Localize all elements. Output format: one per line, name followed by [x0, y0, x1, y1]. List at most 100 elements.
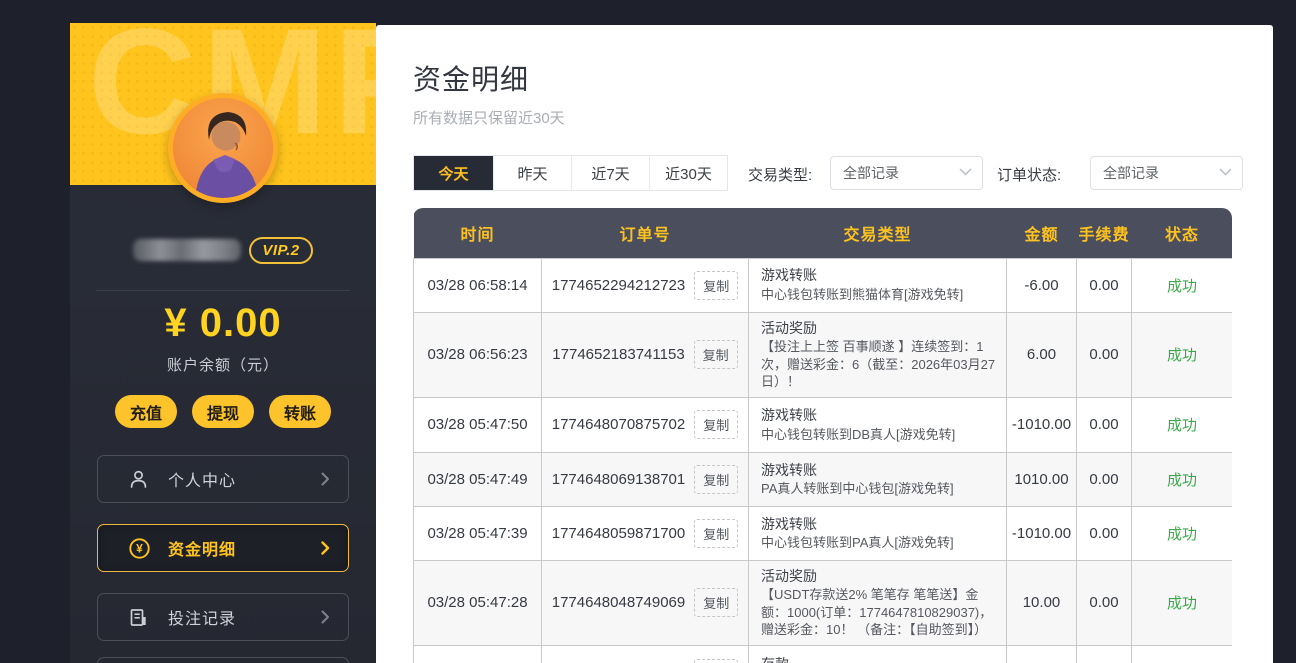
- user-icon: [128, 469, 152, 490]
- cell-status: 成功: [1132, 397, 1233, 452]
- cell-status: 成功: [1132, 312, 1233, 397]
- withdraw-button[interactable]: 提现: [192, 395, 254, 428]
- cell-fee: 0.00: [1077, 452, 1132, 506]
- table-row: 03/28 05:43:30 1774647810829037 复制 存款 US…: [414, 645, 1233, 663]
- cell-transaction-type: 游戏转账 PA真人转账到中心钱包[游戏免转]: [749, 452, 1007, 506]
- chevron-down-icon: [1219, 164, 1232, 182]
- col-header-type: 交易类型: [749, 208, 1007, 258]
- transaction-description: 中心钱包转账到PA真人[游戏免转]: [761, 534, 996, 552]
- cell-status: 成功: [1132, 645, 1233, 663]
- transaction-type-title: 游戏转账: [761, 461, 996, 481]
- recharge-button[interactable]: 充值: [115, 395, 177, 428]
- balance-label: 账户余额（元）: [70, 354, 376, 375]
- sidebar-item-label: 资金明细: [168, 536, 321, 560]
- tab-last-7-days[interactable]: 近7天: [571, 156, 649, 190]
- cell-time: 03/28 05:43:30: [414, 645, 542, 663]
- cell-amount: 6.00: [1007, 312, 1077, 397]
- sidebar-item-label: 个人中心: [168, 467, 321, 491]
- cell-order: 1774647810829037 复制: [542, 645, 749, 663]
- copy-button[interactable]: 复制: [694, 659, 738, 663]
- col-header-amount: 金额: [1007, 208, 1077, 258]
- username-masked: [133, 239, 241, 261]
- chevron-down-icon: [959, 164, 972, 182]
- table-row: 03/28 05:47:49 1774648069138701 复制 游戏转账 …: [414, 452, 1233, 506]
- sidebar-item-funds-detail[interactable]: ¥ 资金明细: [97, 524, 349, 572]
- tab-today[interactable]: 今天: [414, 156, 493, 190]
- cell-amount: -6.00: [1007, 258, 1077, 312]
- page-subtitle: 所有数据只保留近30天: [413, 107, 565, 128]
- cell-order: 1774648059871700 复制: [542, 506, 749, 560]
- page-title: 资金明细: [413, 58, 529, 98]
- transaction-description: 【投注上上签 百事顺遂 】连续签到：1次，赠送彩金：6（截至：2026年03月2…: [761, 338, 996, 391]
- transaction-description: 【USDT存款送2% 笔笔存 笔笔送】金额：1000(订单：1774647810…: [761, 586, 996, 639]
- cell-fee: 0.00: [1077, 258, 1132, 312]
- sidebar-item-personal-center[interactable]: 个人中心: [97, 455, 349, 503]
- sidebar-item-bet-records[interactable]: 投注记录: [97, 593, 349, 641]
- transfer-button[interactable]: 转账: [269, 395, 331, 428]
- table-row: 03/28 06:56:23 1774652183741153 复制 活动奖励 …: [414, 312, 1233, 397]
- chevron-right-icon: [321, 610, 330, 624]
- vip-badge: VIP.2: [249, 237, 312, 264]
- bet-record-icon: [128, 607, 152, 628]
- cell-amount: -1010.00: [1007, 397, 1077, 452]
- cell-status: 成功: [1132, 452, 1233, 506]
- col-header-status: 状态: [1132, 208, 1233, 258]
- cell-transaction-type: 活动奖励 【USDT存款送2% 笔笔存 笔笔送】金额：1000(订单：17746…: [749, 560, 1007, 645]
- action-row: 充值 提现 转账: [70, 395, 376, 428]
- order-number: 1774652294212723: [552, 277, 685, 294]
- transaction-type-title: 游戏转账: [761, 406, 996, 426]
- transaction-description: PA真人转账到中心钱包[游戏免转]: [761, 480, 996, 498]
- transaction-type-label: 交易类型:: [748, 164, 812, 185]
- cell-amount: 1010.00: [1007, 452, 1077, 506]
- balance-amount: ¥ 0.00: [70, 301, 376, 346]
- cell-order: 1774652183741153 复制: [542, 312, 749, 397]
- copy-button[interactable]: 复制: [694, 410, 738, 439]
- cell-order: 1774652294212723 复制: [542, 258, 749, 312]
- transaction-description: 中心钱包转账到熊猫体育[游戏免转]: [761, 286, 996, 304]
- copy-button[interactable]: 复制: [694, 271, 738, 300]
- tab-yesterday[interactable]: 昨天: [493, 156, 571, 190]
- money-circle-icon: ¥: [128, 537, 152, 560]
- sidebar-item-label: 投注记录: [168, 605, 321, 629]
- transaction-description: 中心钱包转账到DB真人[游戏免转]: [761, 426, 996, 444]
- transaction-type-title: 活动奖励: [761, 567, 996, 587]
- divider: [96, 290, 350, 291]
- copy-button[interactable]: 复制: [694, 340, 738, 369]
- cell-time: 03/28 05:47:50: [414, 397, 542, 452]
- copy-button[interactable]: 复制: [694, 588, 738, 617]
- order-number: 1774648048749069: [552, 594, 685, 611]
- order-status-value: 全部记录: [1103, 163, 1219, 183]
- transaction-type-title: 活动奖励: [761, 319, 996, 339]
- transaction-type-title: 游戏转账: [761, 515, 996, 535]
- avatar[interactable]: [168, 93, 278, 203]
- cell-amount: -1010.00: [1007, 506, 1077, 560]
- cell-time: 03/28 05:47:49: [414, 452, 542, 506]
- cell-time: 03/28 05:47:28: [414, 560, 542, 645]
- table-row: 03/28 05:47:39 1774648059871700 复制 游戏转账 …: [414, 506, 1233, 560]
- tab-last-30-days[interactable]: 近30天: [649, 156, 727, 190]
- chevron-right-icon: [321, 472, 330, 486]
- table-row: 03/28 06:58:14 1774652294212723 复制 游戏转账 …: [414, 258, 1233, 312]
- transaction-type-title: 存款: [761, 655, 996, 663]
- copy-button[interactable]: 复制: [694, 519, 738, 548]
- copy-button[interactable]: 复制: [694, 465, 738, 494]
- cell-transaction-type: 游戏转账 中心钱包转账到DB真人[游戏免转]: [749, 397, 1007, 452]
- cell-status: 成功: [1132, 258, 1233, 312]
- main-panel: 资金明细 所有数据只保留近30天 今天 昨天 近7天 近30天 交易类型: 全部…: [376, 25, 1273, 663]
- cell-transaction-type: 游戏转账 中心钱包转账到PA真人[游戏免转]: [749, 506, 1007, 560]
- chevron-right-icon: [321, 541, 330, 555]
- order-status-select[interactable]: 全部记录: [1090, 156, 1243, 190]
- cell-time: 03/28 05:47:39: [414, 506, 542, 560]
- sidebar-item-next[interactable]: [97, 657, 349, 663]
- cell-fee: 0.00: [1077, 312, 1132, 397]
- table-row: 03/28 05:47:28 1774648048749069 复制 活动奖励 …: [414, 560, 1233, 645]
- order-number: 1774648069138701: [552, 471, 685, 488]
- svg-text:¥: ¥: [136, 541, 143, 555]
- order-number: 1774652183741153: [552, 346, 684, 363]
- cell-fee: 0.00: [1077, 560, 1132, 645]
- date-range-tabs: 今天 昨天 近7天 近30天: [413, 155, 728, 191]
- page-background: CMP V: [0, 0, 1296, 663]
- transaction-type-select[interactable]: 全部记录: [830, 156, 983, 190]
- cell-transaction-type: 存款 USDT存币-USDT上分 充值: [749, 645, 1007, 663]
- cell-amount: 1000.00: [1007, 645, 1077, 663]
